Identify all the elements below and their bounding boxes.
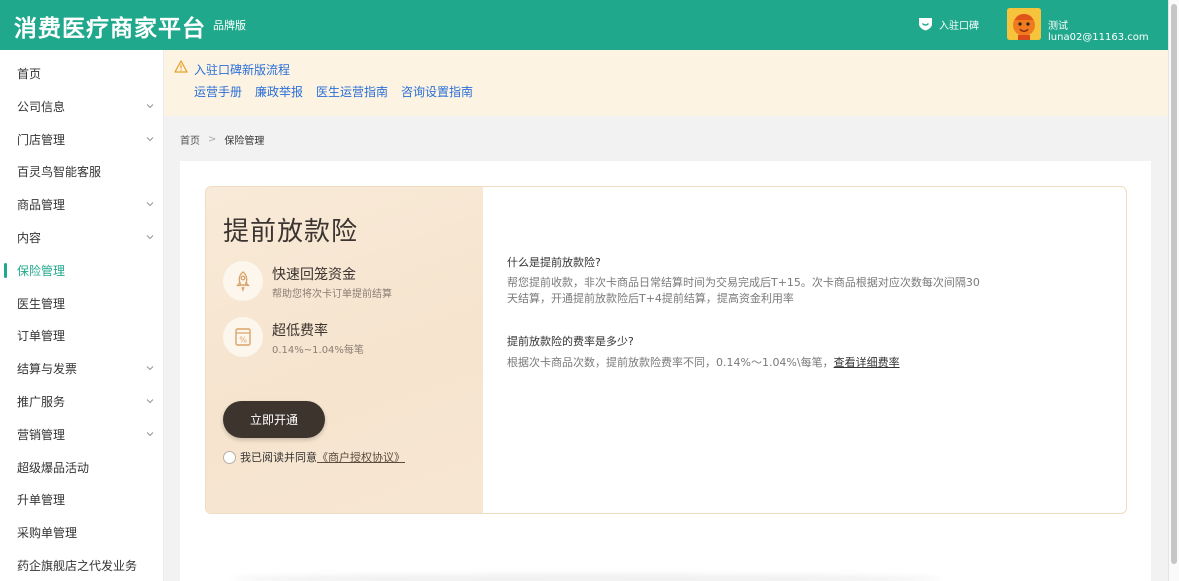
agreement-row: 我已阅读并同意 《商户授权协议》 <box>223 449 405 465</box>
insurance-intro: 提前放款险 快速回笼资金 帮助您将次卡订单提前结算 % 超低费率 0.14%~1… <box>206 187 483 513</box>
sidebar-item[interactable]: 门店管理 <box>0 123 164 156</box>
scrollbar-thumb[interactable] <box>1171 4 1177 564</box>
notice-link-doctor-guide[interactable]: 医生运营指南 <box>316 83 388 100</box>
insurance-card: 提前放款险 快速回笼资金 帮助您将次卡订单提前结算 % 超低费率 0.14%~1… <box>205 186 1127 514</box>
sidebar-item[interactable]: 结算与发票 <box>0 352 164 385</box>
sidebar-item-label: 订单管理 <box>17 329 66 344</box>
notice-link-consult-guide[interactable]: 咨询设置指南 <box>401 83 473 100</box>
insurance-title: 提前放款险 <box>223 217 359 247</box>
notice-links: 运营手册 廉政举报 医生运营指南 咨询设置指南 <box>194 83 473 100</box>
shield-icon <box>919 18 932 31</box>
avatar[interactable] <box>1007 8 1041 40</box>
agreement-link[interactable]: 《商户授权协议》 <box>317 449 405 465</box>
sidebar-item-label: 公司信息 <box>17 99 66 114</box>
sidebar-item[interactable]: 升单管理 <box>0 483 164 516</box>
sidebar-item-label: 内容 <box>17 231 42 245</box>
chevron-down-icon <box>146 431 154 437</box>
notice-title-link[interactable]: 入驻口碑新版流程 <box>194 61 290 78</box>
feature-desc-low-rate: 0.14%~1.04%每笔 <box>272 345 364 356</box>
avatar-mascot-icon <box>1007 8 1041 40</box>
sidebar-item[interactable]: 订单管理 <box>0 319 164 352</box>
sidebar-item-label: 医生管理 <box>17 296 66 311</box>
feature-desc-fast-funds: 帮助您将次卡订单提前结算 <box>272 289 392 300</box>
chevron-down-icon <box>146 103 154 109</box>
entry-label: 入驻口碑 <box>939 20 979 32</box>
rocket-icon <box>223 261 263 301</box>
entry-button[interactable]: 入驻口碑 <box>918 16 979 32</box>
feature-title-low-rate: 超低费率 <box>272 323 328 339</box>
sidebar-item-label: 营销管理 <box>17 427 66 442</box>
sidebar-item[interactable]: 商品管理 <box>0 188 164 221</box>
sidebar-item-label: 采购单管理 <box>17 526 78 541</box>
faq-question-1: 什么是提前放款险? <box>507 256 601 269</box>
breadcrumb: 首页 > 保险管理 <box>180 132 264 147</box>
chevron-down-icon <box>146 366 154 371</box>
top-bar: 消费医疗商家平台 品牌版 入驻口碑 测试luna02@11163.com <box>0 0 1168 50</box>
sidebar-item-label: 百灵鸟智能客服 <box>17 165 102 180</box>
notice-link-operation-manual[interactable]: 运营手册 <box>194 83 242 100</box>
sidebar-item[interactable]: 保险管理 <box>0 254 164 287</box>
notice-link-integrity-report[interactable]: 廉政举报 <box>255 83 303 100</box>
edition-label: 品牌版 <box>213 19 246 32</box>
sidebar-item[interactable]: 营销管理 <box>0 418 164 451</box>
faq-answer-2: 根据次卡商品次数，提前放款险费率不同，0.14%～1.04%\每笔，查看详细费率 <box>507 355 900 370</box>
sidebar-item-label: 保险管理 <box>17 263 66 278</box>
notice-banner: 入驻口碑新版流程 运营手册 廉政举报 医生运营指南 咨询设置指南 <box>164 50 1168 116</box>
feature-title-fast-funds: 快速回笼资金 <box>272 267 356 283</box>
agreement-prefix: 我已阅读并同意 <box>240 451 317 464</box>
sidebar-item-label: 超级爆品活动 <box>17 460 90 475</box>
chevron-down-icon <box>146 136 154 141</box>
insurance-faq: 什么是提前放款险? 帮您提前收款，非次卡商品日常结算时间为交易完成后T+15。次… <box>507 187 1107 513</box>
sidebar-item-label: 升单管理 <box>17 493 66 508</box>
view-rate-details-link[interactable]: 查看详细费率 <box>834 356 900 369</box>
sidebar-item-label: 门店管理 <box>17 132 66 147</box>
warning-icon <box>174 60 188 73</box>
svg-text:%: % <box>239 336 247 345</box>
faq-answer-1-line-2: 天结算，开通提前放款险后T+4提前结算，提高资金利用率 <box>507 292 794 305</box>
percent-icon: % <box>223 317 263 357</box>
faq-answer-2-text: 根据次卡商品次数，提前放款险费率不同，0.14%～1.04%\每笔， <box>507 356 834 369</box>
chevron-down-icon <box>146 235 154 240</box>
sidebar-item-label: 商品管理 <box>17 198 66 213</box>
sidebar-item[interactable]: 超级爆品活动 <box>0 451 164 484</box>
open-now-button[interactable]: 立即开通 <box>223 401 325 438</box>
bottom-shadow <box>232 574 942 581</box>
chevron-down-icon <box>146 399 154 404</box>
chevron-down-icon <box>146 202 154 207</box>
breadcrumb-separator: > <box>208 134 217 145</box>
sidebar-item[interactable]: 内容 <box>0 221 164 254</box>
app-title: 消费医疗商家平台 <box>14 16 206 42</box>
sidebar-item-label: 首页 <box>17 67 42 81</box>
sidebar-item[interactable]: 首页 <box>0 57 164 90</box>
breadcrumb-current: 保险管理 <box>224 136 265 147</box>
sidebar-item-label: 结算与发票 <box>17 362 78 377</box>
sidebar-item-label: 推广服务 <box>17 395 66 409</box>
sidebar-item[interactable]: 公司信息 <box>0 90 164 123</box>
username[interactable]: 测试luna02@11163.com <box>1048 17 1168 43</box>
sidebar-item[interactable]: 药企旗舰店之代发业务 <box>0 549 164 581</box>
sidebar-item[interactable]: 采购单管理 <box>0 516 164 549</box>
agreement-radio[interactable] <box>223 450 236 464</box>
sidebar-item[interactable]: 推广服务 <box>0 385 164 418</box>
sidebar-item[interactable]: 医生管理 <box>0 287 164 320</box>
sidebar: 首页公司信息门店管理百灵鸟智能客服 商品管理内容保险管理医生管理订单管理结算与发票… <box>0 50 164 581</box>
faq-question-2: 提前放款险的费率是多少? <box>507 335 634 348</box>
breadcrumb-home[interactable]: 首页 <box>180 132 200 147</box>
sidebar-item-label: 药企旗舰店之代发业务 <box>17 559 138 573</box>
faq-answer-1-line-1: 帮您提前收款，非次卡商品日常结算时间为交易完成后T+15。次卡商品根据对应次数每… <box>507 276 980 289</box>
sidebar-item[interactable]: 百灵鸟智能客服 <box>0 155 164 188</box>
